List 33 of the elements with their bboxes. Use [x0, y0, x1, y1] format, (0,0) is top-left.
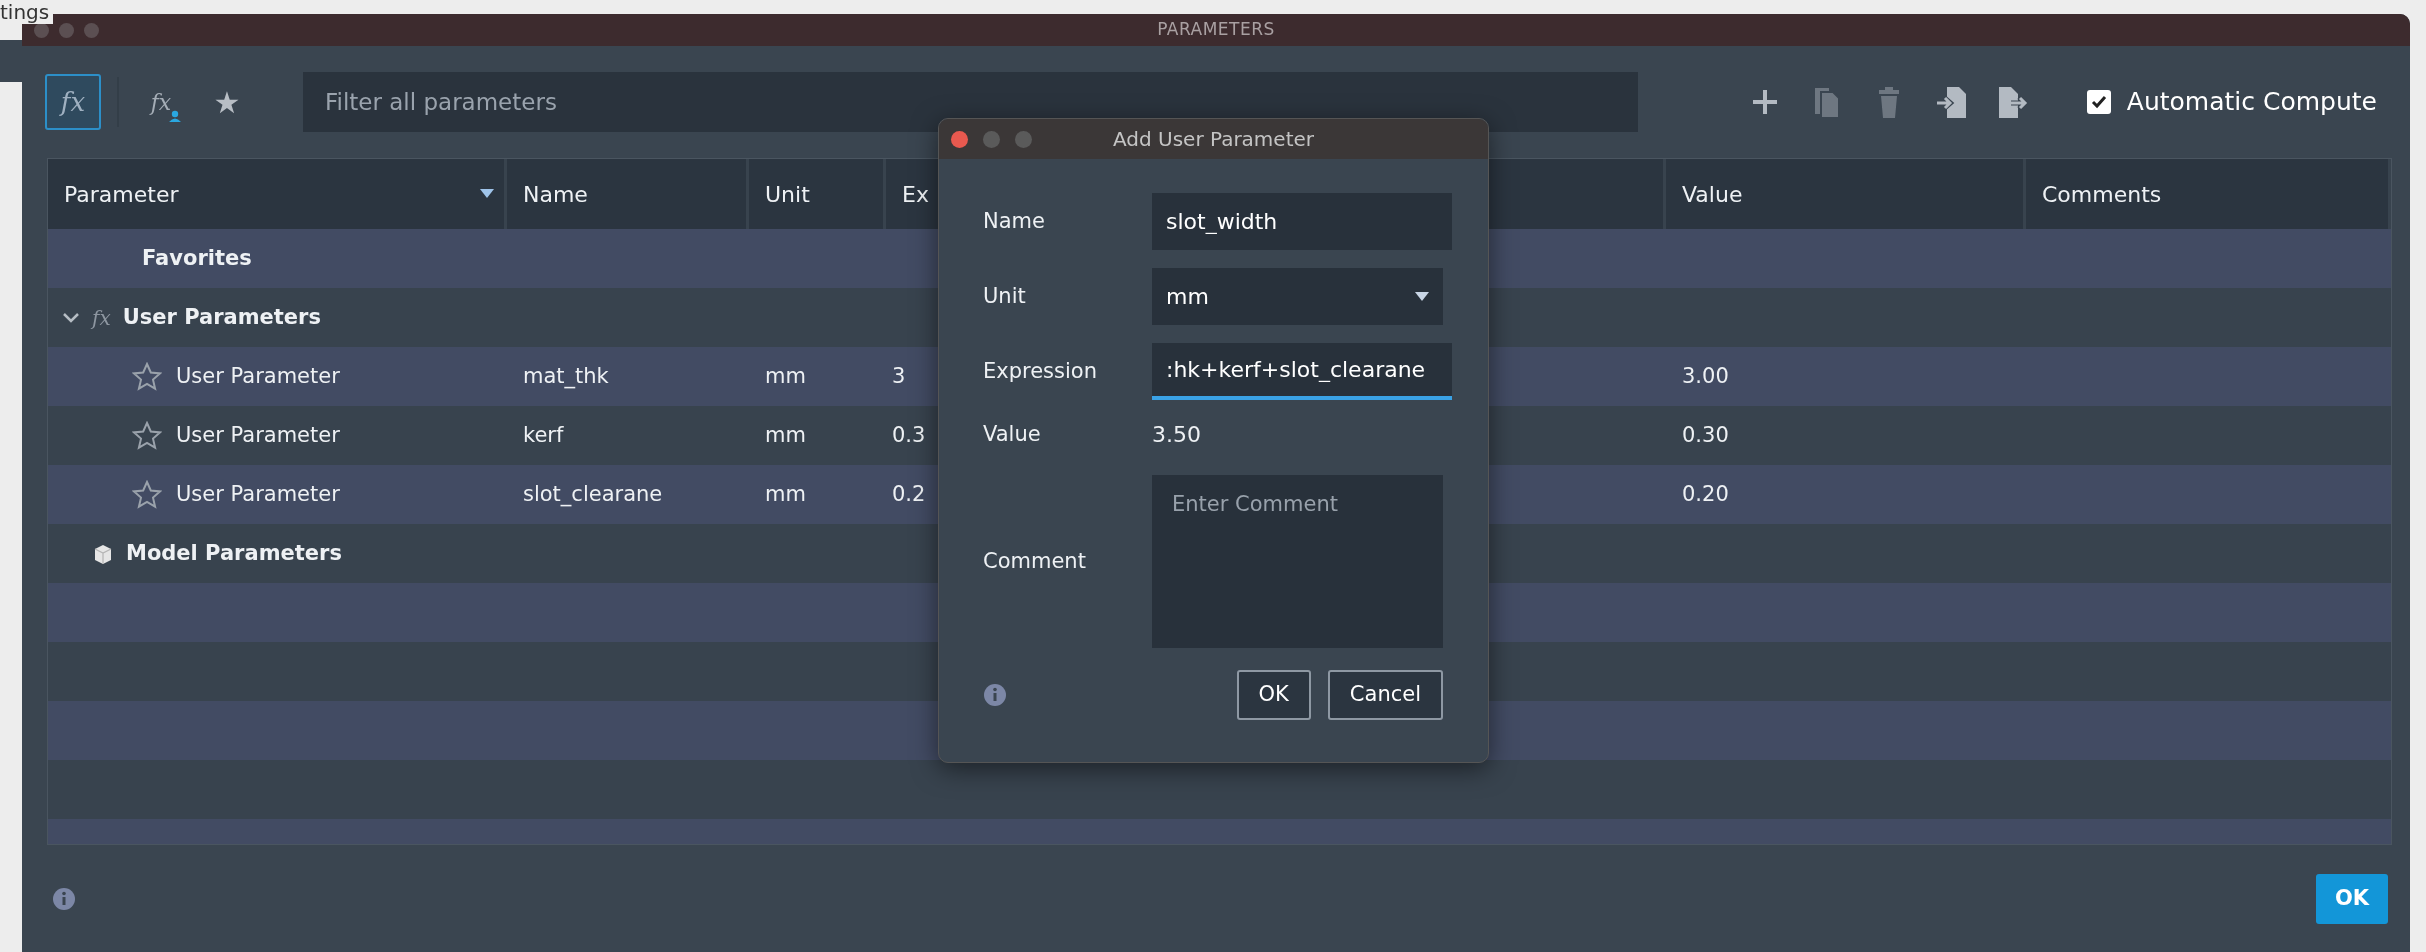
table-cell-text: mat_thk	[522, 363, 609, 388]
column-header-label: Value	[1682, 180, 1743, 209]
field-label: Unit	[983, 282, 1027, 310]
table-cell-text: 0.20	[1681, 481, 1729, 506]
table-cell-text: 0.2	[891, 481, 926, 506]
table-cell-text: kerf	[522, 422, 564, 447]
table-cell-text: slot_clearane	[522, 481, 663, 506]
table-cell-text: User Parameter	[176, 421, 340, 449]
table-cell-text: mm	[764, 363, 806, 388]
group-label: User Parameters	[122, 303, 321, 331]
column-header-label: Ex	[902, 180, 929, 209]
column-header-label: Unit	[765, 180, 810, 209]
table-cell-text: mm	[764, 481, 806, 506]
group-label: Model Parameters	[126, 539, 342, 567]
table-cell-text: 0.30	[1681, 422, 1729, 447]
column-header-label: Parameter	[64, 180, 179, 209]
value-text: 3.50	[1152, 421, 1201, 449]
table-cell-text: User Parameter	[176, 480, 340, 508]
field-label: Name	[983, 207, 1046, 235]
field-label: Value	[983, 420, 1042, 448]
table-cell-text: 3.00	[1681, 363, 1729, 388]
field-label: Expression	[983, 357, 1098, 385]
column-header-label: Comments	[2042, 180, 2162, 209]
table-cell-text: User Parameter	[176, 362, 340, 390]
field-label: Comment	[983, 547, 1087, 575]
window-title: PARAMETERS	[1157, 18, 1275, 42]
table-cell-text: 3	[891, 363, 906, 388]
table-cell-text: mm	[764, 422, 806, 447]
checkbox-label: Automatic Compute	[2126, 86, 2377, 119]
column-header-label: Name	[523, 180, 588, 209]
group-label: Favorites	[142, 244, 252, 272]
table-cell-text: 0.3	[891, 422, 926, 447]
function-icon: fx	[92, 302, 111, 333]
